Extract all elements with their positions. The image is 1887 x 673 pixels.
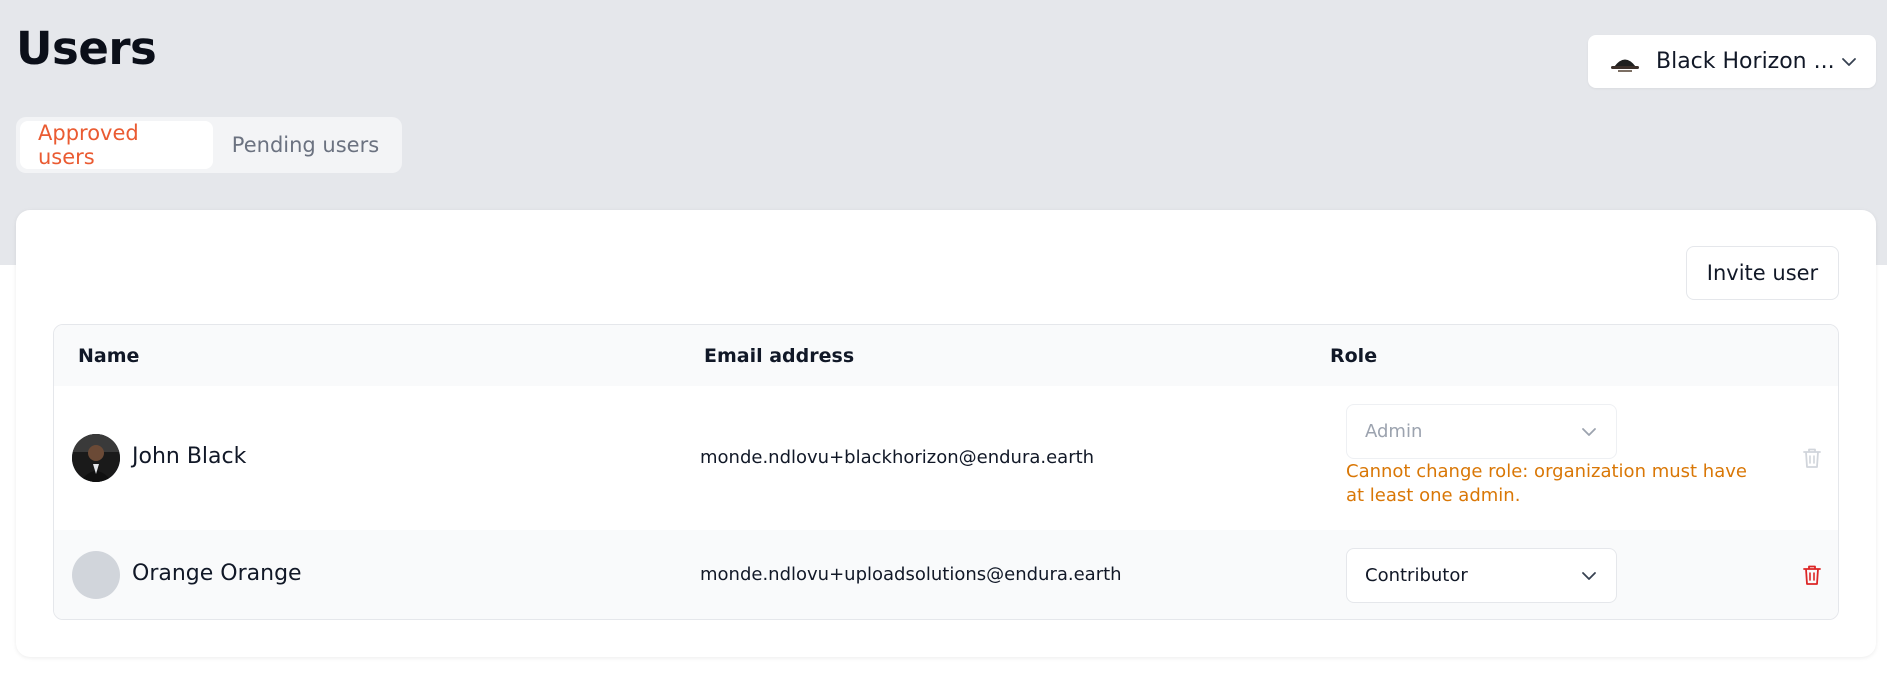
- user-name: Orange Orange: [132, 561, 302, 586]
- role-select[interactable]: Admin: [1346, 404, 1617, 459]
- table-row: Orange Orange monde.ndlovu+uploadsolutio…: [54, 530, 1838, 619]
- tab-approved-users[interactable]: Approved users: [20, 121, 213, 169]
- role-select[interactable]: Contributor: [1346, 548, 1617, 603]
- table-row: John Black monde.ndlovu+blackhorizon@end…: [54, 386, 1838, 530]
- chevron-down-icon: [1842, 57, 1856, 66]
- trash-icon[interactable]: [1801, 446, 1823, 470]
- chevron-down-icon: [1582, 427, 1596, 436]
- column-header-name: Name: [78, 345, 140, 367]
- org-logo-icon: [1611, 59, 1639, 72]
- user-email: monde.ndlovu+blackhorizon@endura.earth: [700, 447, 1095, 468]
- column-header-email: Email address: [704, 345, 855, 367]
- invite-user-button[interactable]: Invite user: [1686, 246, 1839, 300]
- organization-selector[interactable]: Black Horizon ...: [1588, 35, 1876, 88]
- avatar: [72, 434, 120, 482]
- page-title: Users: [16, 22, 157, 75]
- tab-pending-users[interactable]: Pending users: [213, 121, 398, 169]
- trash-icon[interactable]: [1801, 563, 1823, 587]
- users-table: Name Email address Role John Black monde…: [53, 324, 1839, 620]
- user-name: John Black: [132, 444, 247, 469]
- role-value: Contributor: [1365, 565, 1468, 586]
- user-photo-icon: [72, 434, 120, 482]
- chevron-down-icon: [1582, 571, 1596, 580]
- column-header-role: Role: [1330, 345, 1378, 367]
- user-email: monde.ndlovu+uploadsolutions@endura.eart…: [700, 564, 1122, 585]
- role-error-message: Cannot change role: organization must ha…: [1346, 461, 1747, 506]
- table-header: Name Email address Role: [54, 325, 1838, 386]
- organization-name: Black Horizon ...: [1656, 49, 1835, 74]
- role-value: Admin: [1365, 421, 1423, 442]
- avatar: [72, 551, 120, 599]
- user-tabs: Approved users Pending users: [16, 117, 402, 173]
